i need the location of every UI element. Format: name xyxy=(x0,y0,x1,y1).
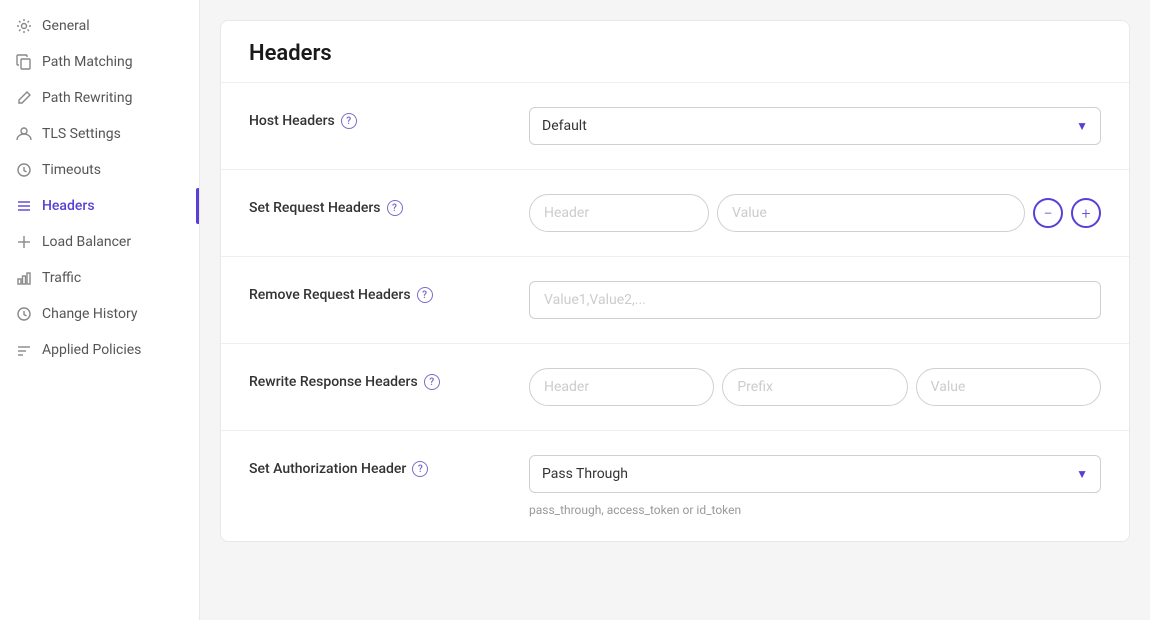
sidebar-item-change-history-label: Change History xyxy=(42,306,137,322)
set-request-headers-section: Set Request Headers ? Header Value − + xyxy=(221,169,1129,256)
set-request-headers-help-icon[interactable]: ? xyxy=(387,200,403,216)
host-headers-dropdown-value: Default xyxy=(542,118,587,134)
sidebar-item-applied-policies-label: Applied Policies xyxy=(42,342,141,358)
set-request-headers-controls: Header Value − + xyxy=(529,194,1101,232)
sidebar-item-tls-settings-label: TLS Settings xyxy=(42,126,121,142)
remove-request-headers-help-icon[interactable]: ? xyxy=(417,287,433,303)
rewrite-response-headers-section: Rewrite Response Headers ? Header Prefix… xyxy=(221,343,1129,430)
remove-request-headers-section: Remove Request Headers ? Value1,Value2,.… xyxy=(221,256,1129,343)
host-headers-row: Host Headers ? Default ▼ xyxy=(249,107,1101,145)
clock-icon xyxy=(16,162,32,178)
gear-icon xyxy=(16,18,32,34)
host-headers-help-icon[interactable]: ? xyxy=(341,113,357,129)
sidebar-item-load-balancer-label: Load Balancer xyxy=(42,234,131,250)
host-headers-dropdown[interactable]: Default ▼ xyxy=(529,107,1101,145)
sidebar-item-path-matching[interactable]: Path Matching xyxy=(0,44,199,80)
host-headers-section: Host Headers ? Default ▼ xyxy=(221,82,1129,169)
cross-icon xyxy=(16,234,32,250)
sidebar-item-timeouts[interactable]: Timeouts xyxy=(0,152,199,188)
main-content: Headers Host Headers ? Default ▼ xyxy=(200,0,1150,620)
remove-header-button[interactable]: − xyxy=(1033,198,1063,228)
page-title: Headers xyxy=(249,41,1101,66)
rewrite-response-headers-label: Rewrite Response Headers ? xyxy=(249,368,509,390)
set-request-headers-row: Set Request Headers ? Header Value − + xyxy=(249,194,1101,232)
rewrite-response-controls: Header Prefix Value xyxy=(529,368,1101,406)
set-authorization-header-help-icon[interactable]: ? xyxy=(412,461,428,477)
sidebar-item-path-matching-label: Path Matching xyxy=(42,54,133,70)
card-header: Headers xyxy=(221,21,1129,82)
response-value-input[interactable]: Value xyxy=(916,368,1101,406)
sidebar-item-headers[interactable]: Headers xyxy=(0,188,199,224)
remove-request-headers-row: Remove Request Headers ? Value1,Value2,.… xyxy=(249,281,1101,319)
sidebar-item-path-rewriting[interactable]: Path Rewriting xyxy=(0,80,199,116)
sidebar-item-load-balancer[interactable]: Load Balancer xyxy=(0,224,199,260)
authorization-hint: pass_through, access_token or id_token xyxy=(529,503,741,517)
set-authorization-header-label: Set Authorization Header ? xyxy=(249,455,509,477)
remove-request-headers-label: Remove Request Headers ? xyxy=(249,281,509,303)
sidebar-item-headers-label: Headers xyxy=(42,198,95,214)
chevron-down-icon: ▼ xyxy=(1076,119,1088,133)
rewrite-response-headers-row: Rewrite Response Headers ? Header Prefix… xyxy=(249,368,1101,406)
sidebar-item-tls-settings[interactable]: TLS Settings xyxy=(0,116,199,152)
request-value-input[interactable]: Value xyxy=(717,194,1025,232)
copy-icon xyxy=(16,54,32,70)
set-request-headers-label: Set Request Headers ? xyxy=(249,194,509,216)
sidebar: General Path Matching Path Rewriting TLS xyxy=(0,0,200,620)
sidebar-item-timeouts-label: Timeouts xyxy=(42,162,101,178)
authorization-dropdown-value: Pass Through xyxy=(542,466,628,482)
change-history-icon xyxy=(16,306,32,322)
host-headers-controls: Default ▼ xyxy=(529,107,1101,145)
set-authorization-header-section: Set Authorization Header ? Pass Through … xyxy=(221,430,1129,541)
authorization-controls: Pass Through ▼ pass_through, access_toke… xyxy=(529,455,1101,517)
person-icon xyxy=(16,126,32,142)
sidebar-item-applied-policies[interactable]: Applied Policies xyxy=(0,332,199,368)
request-header-input[interactable]: Header xyxy=(529,194,709,232)
content-card: Headers Host Headers ? Default ▼ xyxy=(220,20,1130,542)
host-headers-label: Host Headers ? xyxy=(249,107,509,129)
lines-icon xyxy=(16,198,32,214)
response-header-input[interactable]: Header xyxy=(529,368,714,406)
sidebar-item-traffic[interactable]: Traffic xyxy=(0,260,199,296)
set-authorization-header-row: Set Authorization Header ? Pass Through … xyxy=(249,455,1101,517)
remove-headers-input[interactable]: Value1,Value2,... xyxy=(529,281,1101,319)
add-header-button[interactable]: + xyxy=(1071,198,1101,228)
chevron-down-icon: ▼ xyxy=(1076,467,1088,481)
pencil-icon xyxy=(16,90,32,106)
sidebar-item-path-rewriting-label: Path Rewriting xyxy=(42,90,132,106)
response-prefix-input[interactable]: Prefix xyxy=(722,368,907,406)
sidebar-item-general-label: General xyxy=(42,18,90,34)
bar-chart-icon xyxy=(16,270,32,286)
sidebar-item-change-history[interactable]: Change History xyxy=(0,296,199,332)
applied-policies-icon xyxy=(16,342,32,358)
rewrite-response-headers-help-icon[interactable]: ? xyxy=(424,374,440,390)
sidebar-item-general[interactable]: General xyxy=(0,8,199,44)
remove-request-headers-controls: Value1,Value2,... xyxy=(529,281,1101,319)
sidebar-item-traffic-label: Traffic xyxy=(42,270,81,286)
authorization-dropdown[interactable]: Pass Through ▼ xyxy=(529,455,1101,493)
